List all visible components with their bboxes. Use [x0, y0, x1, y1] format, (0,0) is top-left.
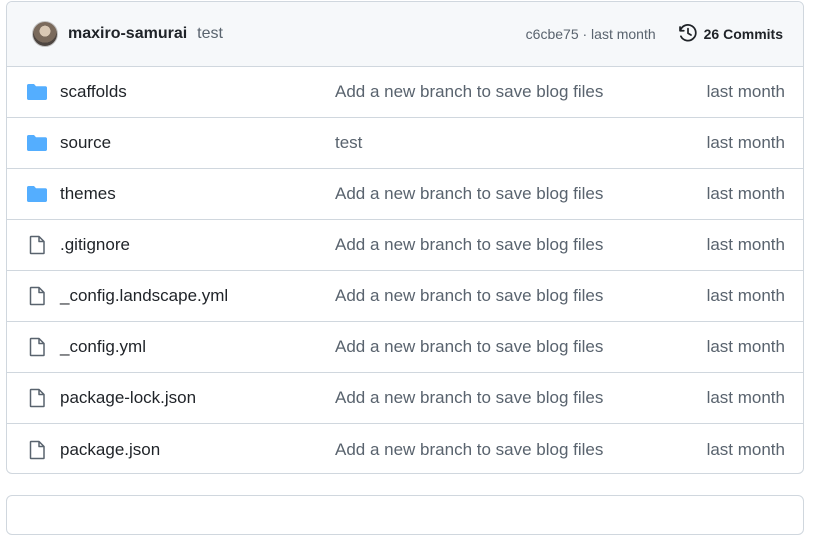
- commit-message-link[interactable]: Add a new branch to save blog files: [335, 235, 635, 255]
- file-name-link[interactable]: themes: [60, 184, 335, 204]
- file-icon: [26, 235, 48, 255]
- commit-time: last month: [706, 82, 785, 101]
- commit-time: last month: [706, 337, 785, 356]
- file-row[interactable]: package.json Add a new branch to save blo…: [7, 424, 803, 473]
- file-name-link[interactable]: package-lock.json: [60, 388, 335, 408]
- file-row[interactable]: package-lock.json Add a new branch to sav…: [7, 373, 803, 424]
- latest-commit-bar: maxiro-samurai test c6cbe75 · last month…: [7, 2, 803, 67]
- file-row[interactable]: _config.landscape.yml Add a new branch to…: [7, 271, 803, 322]
- file-list: scaffolds Add a new branch to save blog f…: [7, 67, 803, 473]
- commit-message-link[interactable]: Add a new branch to save blog files: [335, 337, 635, 357]
- commits-count: 26 Commits: [703, 26, 783, 42]
- avatar[interactable]: [32, 21, 58, 47]
- file-icon: [26, 388, 48, 408]
- commit-sha-time[interactable]: c6cbe75 · last month: [526, 26, 656, 42]
- file-name-link[interactable]: _config.yml: [60, 337, 335, 357]
- file-name-link[interactable]: _config.landscape.yml: [60, 286, 335, 306]
- commit-message-link[interactable]: Add a new branch to save blog files: [335, 286, 635, 306]
- folder-icon: [26, 82, 48, 102]
- commit-time: last month: [706, 388, 785, 407]
- commit-time: last month: [706, 286, 785, 305]
- commits-history-link[interactable]: 26 Commits: [678, 23, 783, 46]
- commit-time: last month: [706, 133, 785, 152]
- file-row[interactable]: _config.yml Add a new branch to save blog…: [7, 322, 803, 373]
- commit-time: last month: [706, 184, 785, 203]
- readme-panel: [6, 495, 804, 535]
- commit-message-link[interactable]: Add a new branch to save blog files: [335, 184, 635, 204]
- commit-time: last month: [706, 235, 785, 254]
- file-row[interactable]: themes Add a new branch to save blog file…: [7, 169, 803, 220]
- file-name-link[interactable]: .gitignore: [60, 235, 335, 255]
- file-icon: [26, 337, 48, 357]
- commit-message-link[interactable]: Add a new branch to save blog files: [335, 82, 635, 102]
- history-icon: [678, 23, 704, 46]
- folder-icon: [26, 184, 48, 204]
- file-row[interactable]: scaffolds Add a new branch to save blog f…: [7, 67, 803, 118]
- file-name-link[interactable]: source: [60, 133, 335, 153]
- commit-time: last month: [706, 439, 785, 459]
- file-row[interactable]: source test last month: [7, 118, 803, 169]
- file-browser: maxiro-samurai test c6cbe75 · last month…: [6, 1, 804, 474]
- commit-message[interactable]: test: [197, 25, 223, 43]
- commit-author[interactable]: maxiro-samurai: [68, 25, 187, 43]
- commit-message-link[interactable]: Add a new branch to save blog files: [335, 440, 635, 460]
- file-icon: [26, 440, 48, 460]
- folder-icon: [26, 133, 48, 153]
- file-name-link[interactable]: scaffolds: [60, 82, 335, 102]
- file-name-link[interactable]: package.json: [60, 440, 335, 460]
- file-row[interactable]: .gitignore Add a new branch to save blog …: [7, 220, 803, 271]
- commit-message-link[interactable]: test: [335, 133, 635, 153]
- commit-message-link[interactable]: Add a new branch to save blog files: [335, 388, 635, 408]
- file-icon: [26, 286, 48, 306]
